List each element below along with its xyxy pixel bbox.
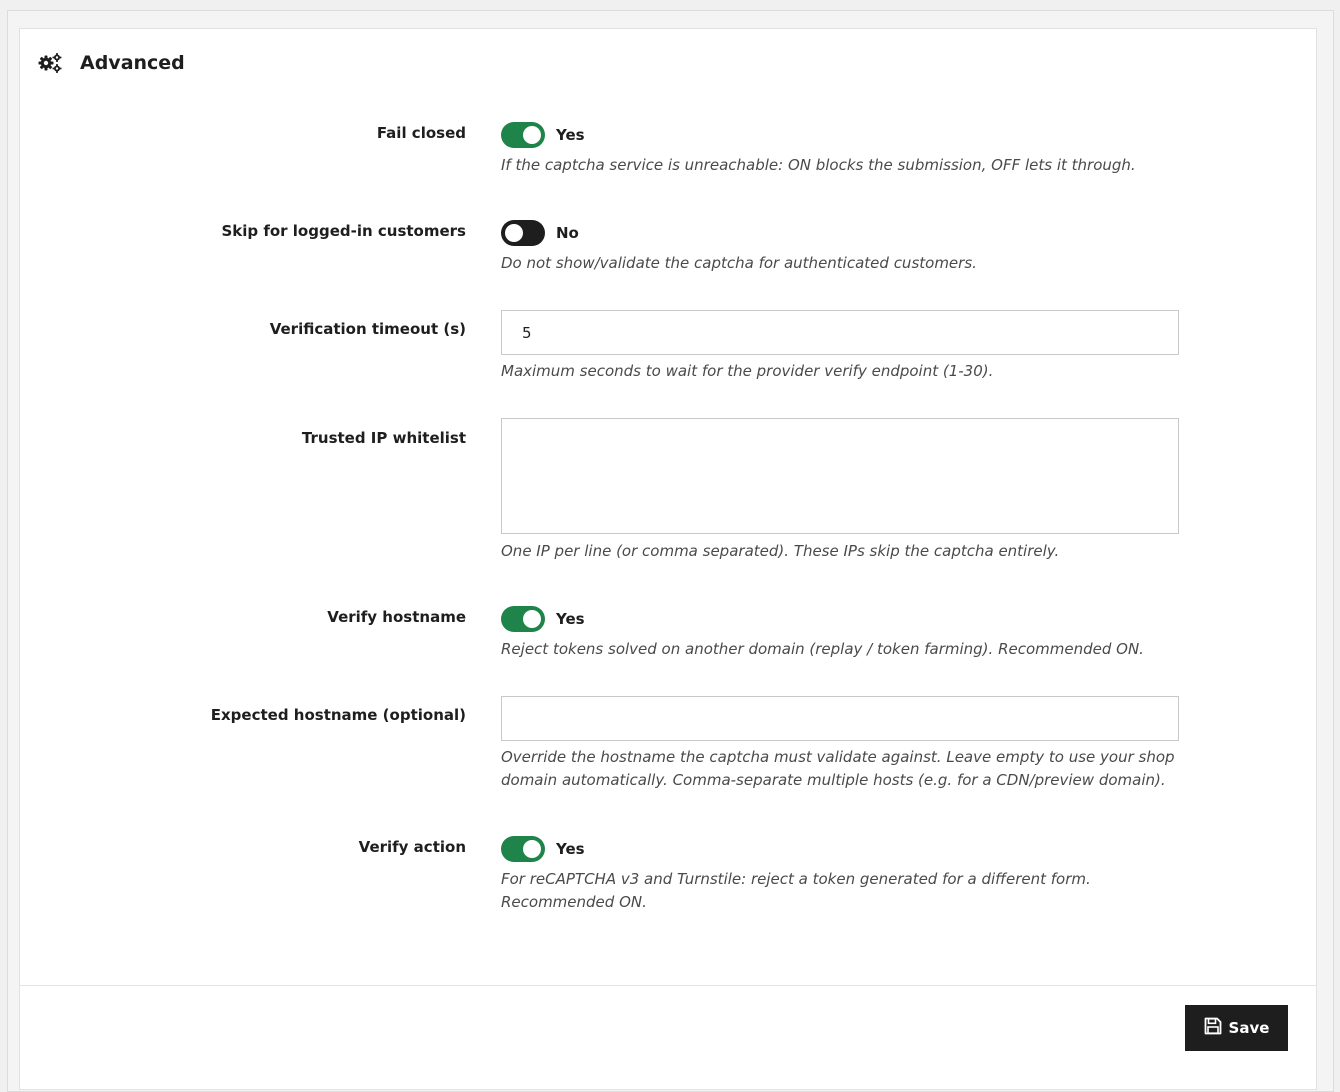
advanced-panel: Advanced Fail closed Yes If the captcha … xyxy=(19,28,1317,1090)
expected-hostname-input[interactable] xyxy=(501,696,1179,741)
trusted-ip-whitelist-label: Trusted IP whitelist xyxy=(301,429,466,447)
verify-action-toggle-row: Yes xyxy=(501,836,585,862)
fail-closed-help: If the captcha service is unreachable: O… xyxy=(501,156,1136,174)
verification-timeout-label: Verification timeout (s) xyxy=(269,320,466,338)
verify-hostname-toggle-row: Yes xyxy=(501,606,585,632)
verification-timeout-help: Maximum seconds to wait for the provider… xyxy=(501,362,994,380)
verify-hostname-help: Reject tokens solved on another domain (… xyxy=(501,640,1144,658)
toggle-knob xyxy=(523,610,541,628)
verify-action-toggle[interactable] xyxy=(501,836,545,862)
toggle-knob xyxy=(523,840,541,858)
footer-divider xyxy=(20,985,1316,986)
fail-closed-toggle[interactable] xyxy=(501,122,545,148)
skip-logged-in-toggle-row: No xyxy=(501,220,579,246)
verify-action-label: Verify action xyxy=(358,838,466,856)
fail-closed-state: Yes xyxy=(556,126,585,144)
expected-hostname-label: Expected hostname (optional) xyxy=(210,706,466,724)
skip-logged-in-help: Do not show/validate the captcha for aut… xyxy=(501,254,977,272)
panel-title: Advanced xyxy=(80,52,185,74)
trusted-ip-whitelist-textarea[interactable] xyxy=(501,418,1179,534)
skip-logged-in-state: No xyxy=(556,224,579,242)
verify-hostname-toggle[interactable] xyxy=(501,606,545,632)
verify-action-state: Yes xyxy=(556,840,585,858)
fail-closed-label: Fail closed xyxy=(376,124,466,142)
trusted-ip-whitelist-help: One IP per line (or comma separated). Th… xyxy=(501,542,1060,560)
save-button[interactable]: Save xyxy=(1185,1005,1288,1051)
toggle-knob xyxy=(523,126,541,144)
verify-hostname-state: Yes xyxy=(556,610,585,628)
skip-logged-in-label: Skip for logged-in customers xyxy=(221,222,466,240)
save-icon xyxy=(1204,1017,1222,1039)
skip-logged-in-toggle[interactable] xyxy=(501,220,545,246)
panel-heading: Advanced xyxy=(38,49,185,77)
toggle-knob xyxy=(505,224,523,242)
verification-timeout-input[interactable] xyxy=(501,310,1179,355)
verify-hostname-label: Verify hostname xyxy=(327,608,466,626)
fail-closed-toggle-row: Yes xyxy=(501,122,585,148)
cogs-icon xyxy=(38,52,62,74)
expected-hostname-help: Override the hostname the captcha must v… xyxy=(501,748,1175,789)
save-button-label: Save xyxy=(1228,1019,1270,1037)
verify-action-help: For reCAPTCHA v3 and Turnstile: reject a… xyxy=(501,870,1091,911)
